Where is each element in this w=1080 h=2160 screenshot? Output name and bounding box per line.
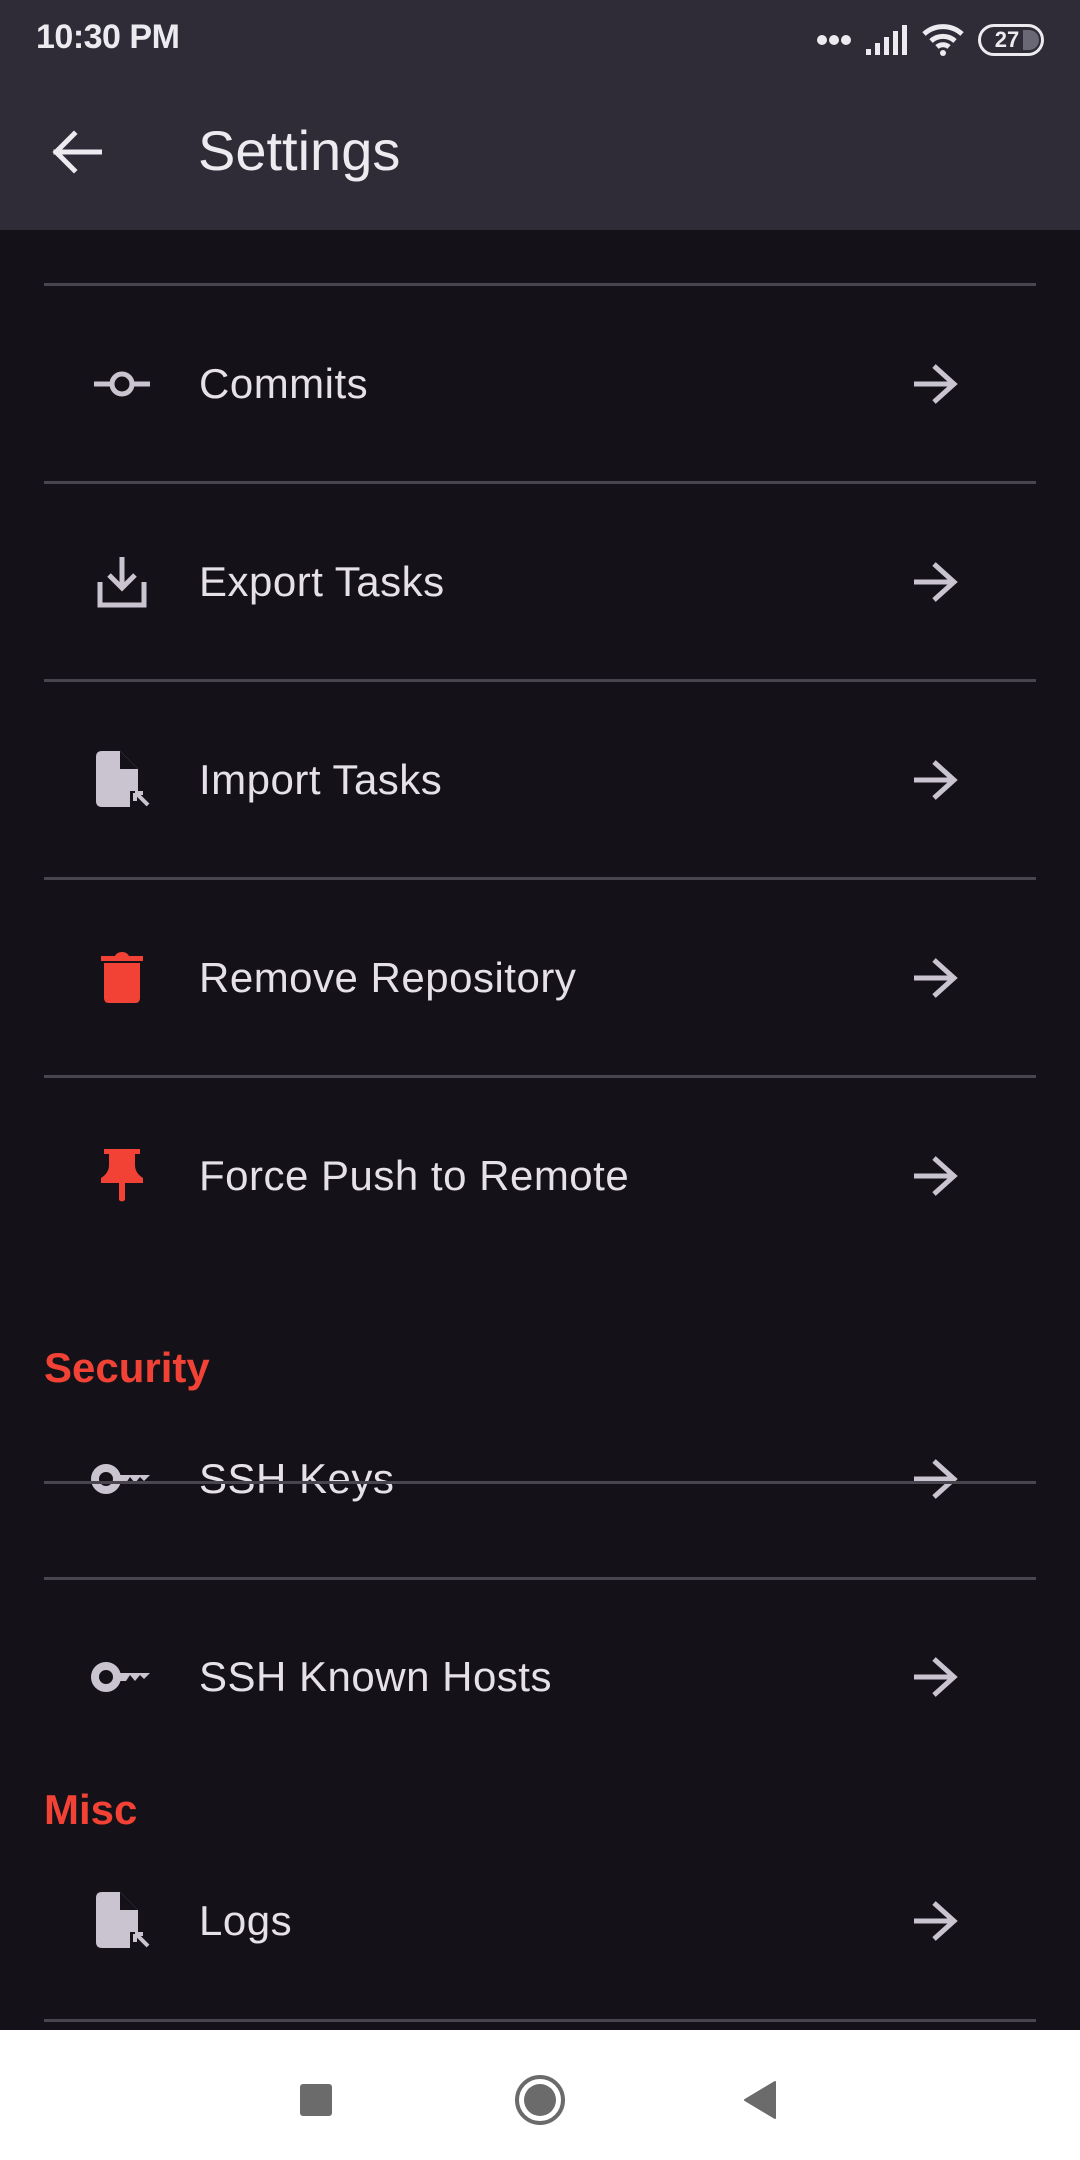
signal-icon xyxy=(866,25,907,55)
settings-item-ssh-key[interactable]: SSH Key xyxy=(0,230,1080,285)
settings-item-ssh-keys[interactable]: SSH Keys xyxy=(0,1380,1080,1578)
settings-item-label: Commits xyxy=(199,360,369,407)
settings-item-label: SSH Keys xyxy=(199,1455,395,1502)
battery-level: 27 xyxy=(994,27,1020,52)
settings-list[interactable]: SSH Key Commits Export Tasks xyxy=(0,230,1080,2030)
settings-item-force-push[interactable]: Force Push to Remote xyxy=(0,1077,1080,1275)
arrow-forward-icon xyxy=(908,1149,962,1203)
divider xyxy=(44,1481,1036,1484)
security-section: SSH Keys xyxy=(0,1380,1080,1581)
settings-item-label: Remove Repository xyxy=(199,954,577,1001)
page-title: Settings xyxy=(198,119,401,182)
settings-item-label: Logs xyxy=(199,1897,293,1944)
arrow-forward-icon xyxy=(908,951,962,1005)
arrow-forward-icon xyxy=(908,1650,962,1704)
arrow-back-icon xyxy=(52,130,102,174)
commit-icon xyxy=(90,352,154,416)
arrow-forward-icon xyxy=(908,1894,962,1948)
app-bar: Settings xyxy=(0,76,1080,230)
settings-item-commits[interactable]: Commits xyxy=(0,285,1080,483)
settings-item-export-tasks[interactable]: Export Tasks xyxy=(0,483,1080,681)
settings-item-ssh-known-hosts[interactable]: SSH Known Hosts xyxy=(0,1578,1080,1776)
status-bar: 10:30 PM 27 xyxy=(0,0,1080,76)
home-icon xyxy=(515,2075,565,2125)
settings-item-remove-repository[interactable]: Remove Repository xyxy=(0,879,1080,1077)
arrow-forward-icon xyxy=(908,1452,962,1506)
wifi-icon xyxy=(922,24,964,56)
back-button[interactable] xyxy=(40,120,112,184)
arrow-forward-icon xyxy=(908,753,962,807)
settings-item-label: SSH Known Hosts xyxy=(199,1653,552,1700)
security-section-cont: SSH Known Hosts xyxy=(0,1578,1080,1776)
status-time: 10:30 PM xyxy=(36,18,180,56)
pin-icon xyxy=(90,1144,154,1208)
settings-item-import-tasks[interactable]: Import Tasks xyxy=(0,681,1080,879)
settings-item-label: Export Tasks xyxy=(199,558,445,605)
divider xyxy=(44,2019,1036,2022)
arrow-forward-icon xyxy=(908,555,962,609)
back-nav-button[interactable] xyxy=(720,2060,800,2140)
battery-fill xyxy=(1023,30,1039,50)
more-dots-icon xyxy=(817,35,851,45)
recents-icon xyxy=(300,2084,332,2116)
back-triangle-icon xyxy=(744,2081,776,2119)
system-nav-bar xyxy=(0,2030,1080,2160)
settings-item-label: Import Tasks xyxy=(199,756,443,803)
status-icons: 27 xyxy=(816,20,1044,60)
git-section: SSH Key Commits Export Tasks xyxy=(0,230,1080,1275)
arrow-forward-icon xyxy=(908,357,962,411)
misc-section: Logs xyxy=(0,1822,1080,2020)
battery-icon: 27 xyxy=(978,24,1044,56)
download-icon xyxy=(90,550,154,614)
key-icon xyxy=(90,1645,154,1709)
home-button[interactable] xyxy=(500,2060,580,2140)
file-import-icon xyxy=(90,1889,154,1953)
settings-item-logs[interactable]: Logs xyxy=(0,1822,1080,2020)
key-icon xyxy=(90,1447,154,1511)
trash-icon xyxy=(90,946,154,1010)
recents-button[interactable] xyxy=(276,2060,356,2140)
settings-item-label: Force Push to Remote xyxy=(199,1152,630,1199)
file-import-icon xyxy=(90,748,154,812)
